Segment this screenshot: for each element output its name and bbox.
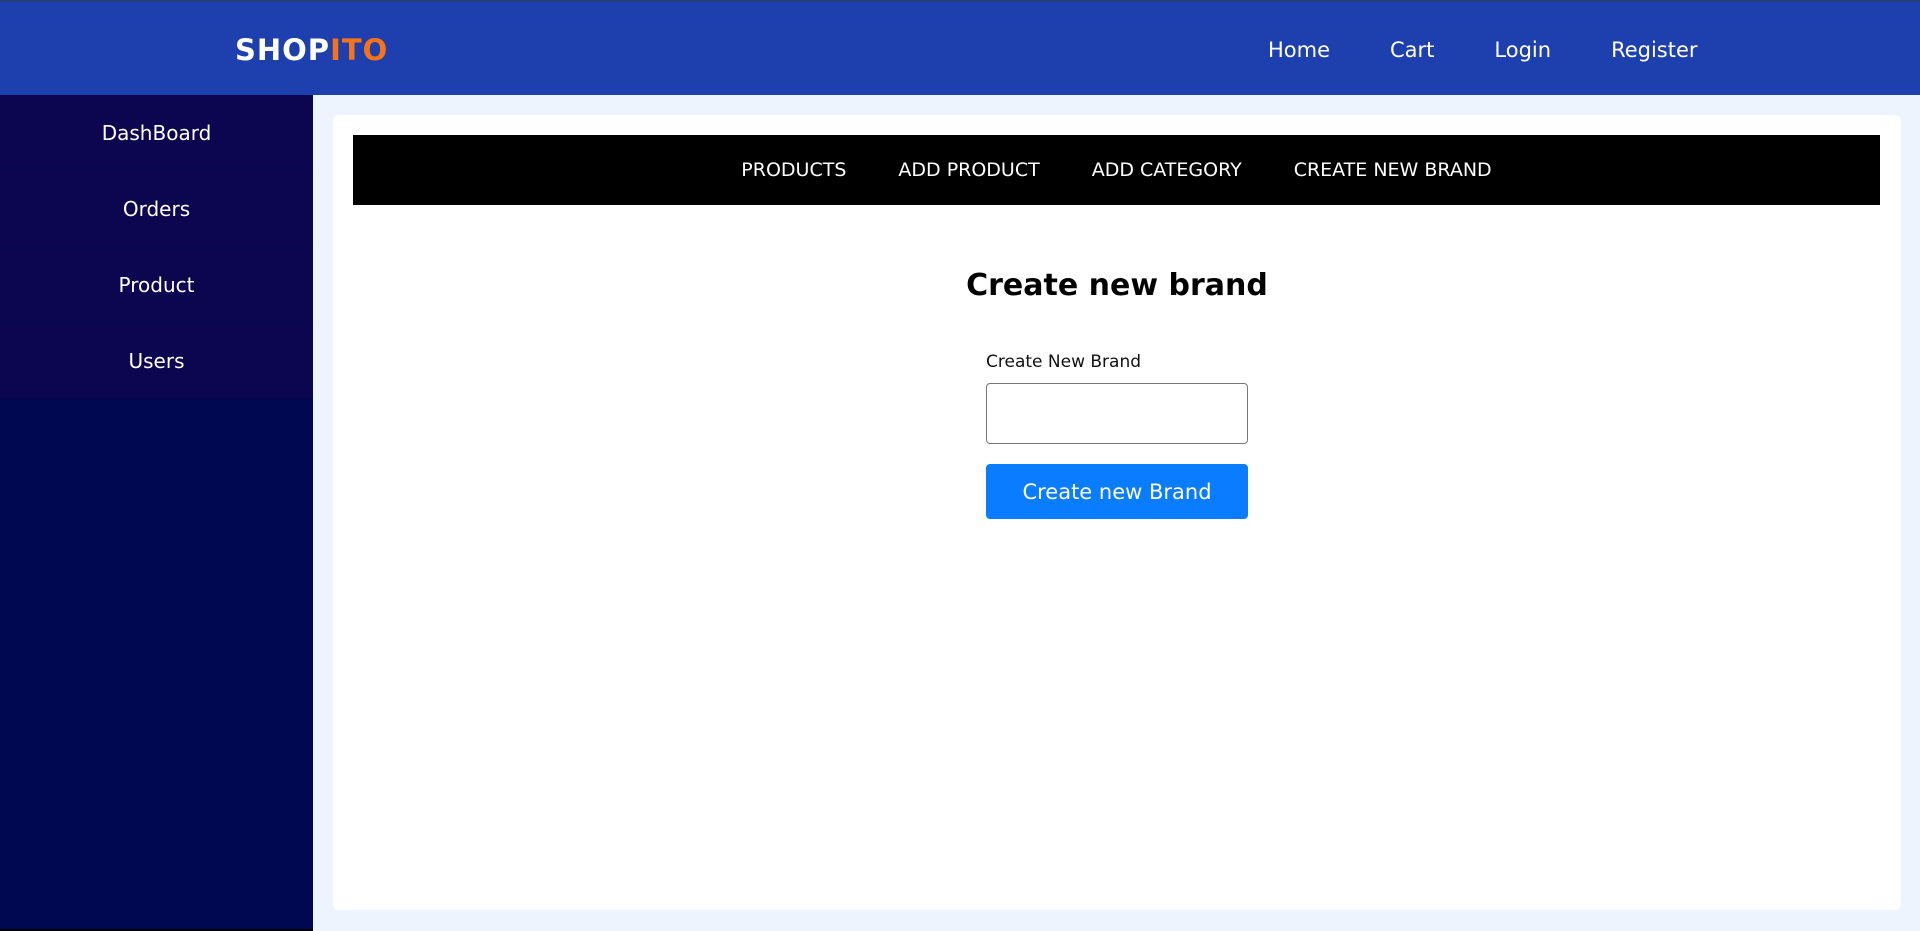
brand-name-input[interactable] [986,383,1248,444]
admin-product-nav: PRODUCTS ADD PRODUCT ADD CATEGORY CREATE… [353,135,1880,205]
nav-home-link[interactable]: Home [1268,38,1330,62]
tab-products[interactable]: PRODUCTS [741,159,846,181]
create-brand-form: Create New Brand Create new Brand [986,352,1248,519]
sidebar-item-orders[interactable]: Orders [0,171,313,247]
logo-main: SHOP [235,33,331,67]
nav-register-link[interactable]: Register [1611,38,1697,62]
logo-accent: ITO [330,33,389,67]
sidebar-item-users[interactable]: Users [0,323,313,399]
tab-add-category[interactable]: ADD CATEGORY [1092,159,1242,181]
sidebar-item-product[interactable]: Product [0,247,313,323]
sidebar-item-dashboard[interactable]: DashBoard [0,95,313,171]
tab-add-product[interactable]: ADD PRODUCT [898,159,1039,181]
nav-cart-link[interactable]: Cart [1390,38,1434,62]
page-title: Create new brand [966,268,1268,303]
main-content-card: PRODUCTS ADD PRODUCT ADD CATEGORY CREATE… [333,115,1901,910]
top-nav: Home Cart Login Register [1268,38,1758,62]
brand-name-label: Create New Brand [986,352,1142,372]
create-brand-button[interactable]: Create new Brand [986,464,1248,519]
tab-create-new-brand[interactable]: CREATE NEW BRAND [1294,159,1492,181]
brand-logo[interactable]: SHOPITO [235,33,388,67]
app-page: SHOPITO Home Cart Login Register DashBoa… [0,0,1920,931]
nav-login-link[interactable]: Login [1494,38,1551,62]
top-header: SHOPITO Home Cart Login Register [0,0,1920,95]
admin-sidebar: DashBoard Orders Product Users [0,95,313,931]
